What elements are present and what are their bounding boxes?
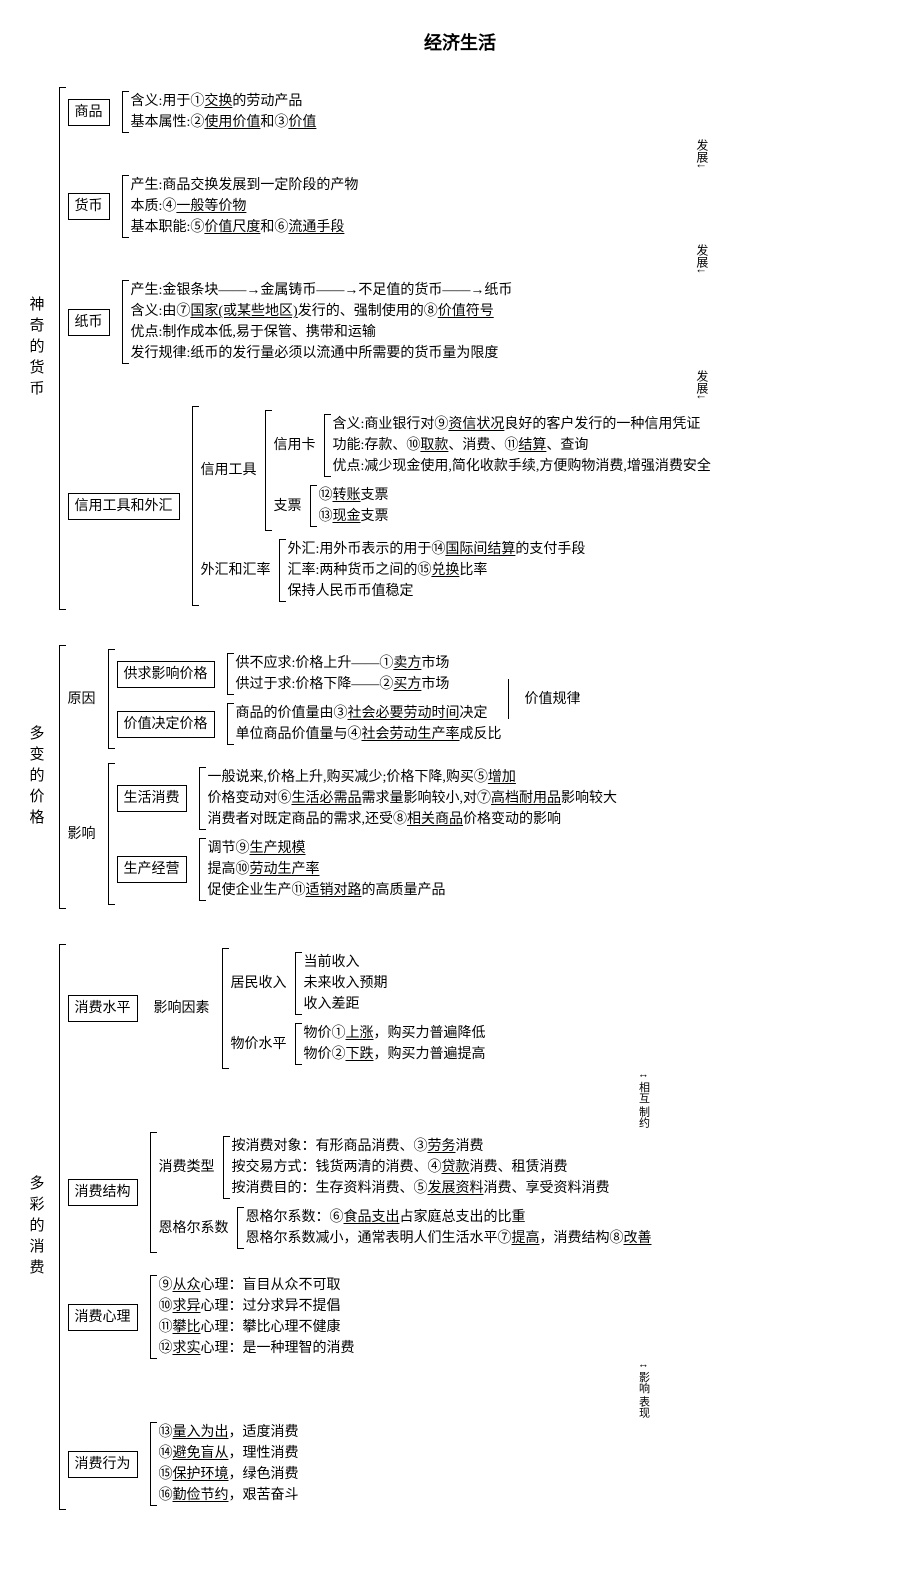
l: 按交易方式：钱货两清的消费、④贷款消费、租赁消费 [232, 1157, 610, 1178]
l: 单位商品价值量与④社会劳动生产率成反比 [236, 724, 502, 745]
l: 保持人民币币值稳定 [288, 581, 586, 602]
box-zhibi: 纸币 [68, 309, 110, 336]
l: 物价水平 [231, 1034, 287, 1055]
right-label: 价值规律 [525, 689, 581, 710]
l: 当前收入 [304, 952, 388, 973]
l: 信用工具 [201, 460, 257, 481]
l: 含义:由⑦国家(或某些地区)发行的、强制使用的⑧价值符号 [131, 301, 513, 322]
l: 产生:商品交换发展到一定阶段的产物 [131, 175, 359, 196]
box-consume-level: 消费水平 [68, 995, 138, 1022]
l: 恩格尔系数 [159, 1218, 229, 1239]
root-2: 多变的价格 [20, 717, 51, 838]
l: ⑩求异心理：过分求异不提倡 [159, 1296, 355, 1317]
dev-arrow: 发展↓ [82, 370, 711, 400]
l: 恩格尔系数：⑥食品支出占家庭总支出的比重 [246, 1207, 652, 1228]
dev-arrow: 发展↓ [82, 139, 711, 169]
l: 影响 [68, 824, 96, 845]
l: 优点:制作成本低,易于保管、携带和运输 [131, 322, 513, 343]
dev-arrow: 发展↓ [82, 244, 711, 274]
l: 收入差距 [304, 994, 388, 1015]
l: 价格变动对⑥生活必需品需求量影响较小,对⑦高档耐用品影响较大 [208, 788, 618, 809]
box-consume-struct: 消费结构 [68, 1179, 138, 1206]
l: 物价①上涨，购买力普遍降低 [304, 1023, 486, 1044]
root-1: 神奇的货币 [20, 288, 51, 409]
l: 恩格尔系数减小，通常表明人们生活水平⑦提高，消费结构⑧改善 [246, 1228, 652, 1249]
box-prod-op: 生产经营 [117, 856, 187, 883]
l: 产生:金银条块——→金属铸币——→不足值的货币——→纸币 [131, 280, 513, 301]
root-3: 多彩的消费 [20, 1167, 51, 1288]
l: 含义:用于①交换的劳动产品 [131, 91, 317, 112]
l: ⑨从众心理：盲目从众不可取 [159, 1275, 355, 1296]
l: 原因 [68, 689, 96, 710]
l: 发行规律:纸币的发行量必须以流通中所需要的货币量为限度 [131, 343, 513, 364]
l: 含义:商业银行对⑨资信状况良好的客户发行的一种信用凭证 [333, 414, 711, 435]
l: ⑭避免盲从，理性消费 [159, 1443, 299, 1464]
box-consume-behav: 消费行为 [68, 1451, 138, 1478]
section-1: 神奇的货币 商品 含义:用于①交换的劳动产品 基本属性:②使用价值和③价值 发展… [20, 87, 900, 610]
l: 消费者对既定商品的需求,还受⑧相关商品价格变动的影响 [208, 809, 618, 830]
l: 按消费目的：生存资料消费、⑤发展资料消费、享受资料消费 [232, 1178, 610, 1199]
l: 外汇和汇率 [201, 560, 271, 581]
l: 物价②下跌，购买力普遍提高 [304, 1044, 486, 1065]
l: 汇率:两种货币之间的⑮兑换比率 [288, 560, 586, 581]
l: 提高⑩劳动生产率 [208, 859, 446, 880]
l: 外汇:用外币表示的用于⑭国际间结算的支付手段 [288, 539, 586, 560]
box-supply-demand: 供求影响价格 [117, 661, 215, 688]
l: ⑪攀比心理：攀比心理不健康 [159, 1317, 355, 1338]
l: 优点:减少现金使用,简化收款手续,方便购物消费,增强消费安全 [333, 456, 711, 477]
box-life-consume: 生活消费 [117, 785, 187, 812]
l: ⑯勤俭节约，艰苦奋斗 [159, 1485, 299, 1506]
box-huobi: 货币 [68, 193, 110, 220]
l: ⑮保护环境，绿色消费 [159, 1464, 299, 1485]
l: 支票 [274, 496, 302, 517]
l: 供不应求:价格上升——①卖方市场 [236, 653, 450, 674]
l: 商品的价值量由③社会必要劳动时间决定 [236, 703, 502, 724]
l: ⑬量入为出，适度消费 [159, 1422, 299, 1443]
section-3: 多彩的消费 消费水平 影响因素 居民收入 当前收入 未来收入预期 收入差距 物价… [20, 944, 900, 1510]
l: 基本职能:⑤价值尺度和⑥流通手段 [131, 217, 359, 238]
l: 按消费对象：有形商品消费、③劳务消费 [232, 1136, 610, 1157]
l: 基本属性:②使用价值和③价值 [131, 112, 317, 133]
l: 促使企业生产⑪适销对路的高质量产品 [208, 880, 446, 901]
l: 调节⑨生产规模 [208, 838, 446, 859]
l: 供过于求:价格下降——②买方市场 [236, 674, 450, 695]
l: 未来收入预期 [304, 973, 388, 994]
section-2: 多变的价格 原因 供求影响价格 供不应求:价格上升——①卖方市场 供过于求:价格… [20, 645, 900, 909]
page-title: 经济生活 [20, 30, 900, 57]
l: 本质:④一般等价物 [131, 196, 359, 217]
box-shangpin: 商品 [68, 99, 110, 126]
l: 功能:存款、⑩取款、消费、⑪结算、查询 [333, 435, 711, 456]
l: ⑫转账支票 [319, 485, 389, 506]
l: ⑬现金支票 [319, 506, 389, 527]
l: 一般说来,价格上升,购买减少;价格下降,购买⑤增加 [208, 767, 618, 788]
l: 居民收入 [231, 973, 287, 994]
box-credit-fx: 信用工具和外汇 [68, 493, 180, 520]
box-value-price: 价值决定价格 [117, 711, 215, 738]
connector-34: ↕ 影响 表现 [88, 1363, 652, 1418]
l: 消费类型 [159, 1157, 215, 1178]
box-consume-psy: 消费心理 [68, 1304, 138, 1331]
l: ⑫求实心理：是一种理智的消费 [159, 1338, 355, 1359]
l: 信用卡 [274, 435, 316, 456]
l: 影响因素 [154, 998, 210, 1019]
connector-12: ↕ 相互 制约 [88, 1073, 652, 1128]
